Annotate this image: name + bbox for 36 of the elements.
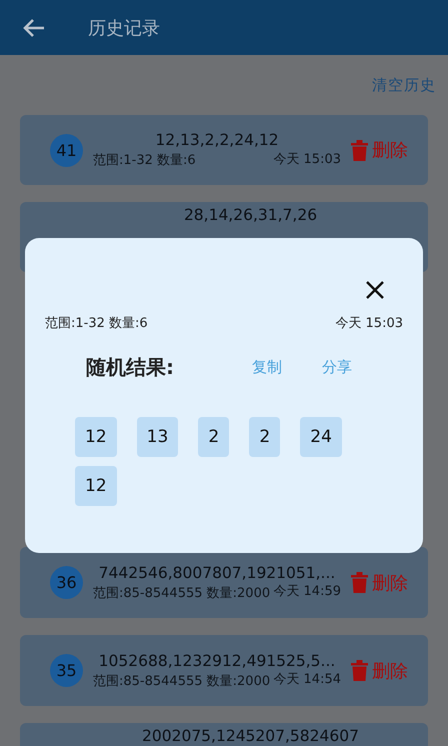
copy-button[interactable]: 复制 [252, 358, 282, 377]
result-numbers: 12,13,2,2,24,12 [154, 131, 280, 149]
timestamp: 今天 14:54 [273, 673, 341, 688]
number-chip: 12 [75, 417, 117, 457]
range-count: 范围:85-8544555 数量:2000 [93, 672, 270, 690]
number-chip: 13 [136, 417, 178, 457]
range-count: 范围:1-32 数量:6 [45, 315, 148, 332]
timestamp: 今天 15:03 [335, 315, 403, 332]
close-icon[interactable] [365, 280, 385, 300]
index-badge: 35 [50, 654, 83, 687]
result-numbers: 28,14,26,31,7,26 [182, 206, 318, 224]
history-card[interactable]: 35 1052688,1232912,491525,5... 范围:85-8544555 数量:2000 今天 14:54 删除 [20, 635, 428, 706]
index-badge: 41 [50, 134, 83, 166]
result-numbers: 7442546,8007807,1921051,... [98, 564, 336, 582]
timestamp: 今天 14:59 [273, 585, 341, 600]
trash-icon [351, 572, 368, 593]
number-chip: 24 [300, 417, 342, 457]
trash-icon [351, 140, 368, 160]
history-card[interactable]: 41 12,13,2,2,24,12 范围:1-32 数量:6 今天 15:03 删除 [20, 115, 428, 185]
dialog-title: 随机结果: [86, 354, 175, 381]
back-arrow-icon[interactable] [22, 18, 46, 38]
history-card[interactable]: 36 7442546,8007807,1921051,... 范围:85-8544555 数量:2000 今天 14:59 删除 [20, 547, 428, 618]
result-numbers: 1052688,1232912,491525,5... [98, 652, 336, 670]
number-chip: 12 [75, 466, 117, 506]
result-numbers: 2002075,1245207,5824607 [141, 727, 360, 745]
page-title: 历史记录 [88, 16, 160, 40]
share-button[interactable]: 分享 [322, 358, 352, 377]
number-chip: 2 [198, 417, 230, 457]
clear-history-button[interactable]: 清空历史 [372, 71, 436, 99]
number-chip: 2 [249, 417, 280, 457]
range-count: 范围:1-32 数量:6 [93, 152, 196, 169]
index-badge: 36 [50, 566, 83, 599]
timestamp: 今天 15:03 [273, 152, 341, 168]
range-count: 范围:85-8544555 数量:2000 [93, 584, 270, 602]
history-card[interactable]: 2002075,1245207,5824607 [20, 723, 428, 746]
trash-icon [351, 660, 368, 681]
